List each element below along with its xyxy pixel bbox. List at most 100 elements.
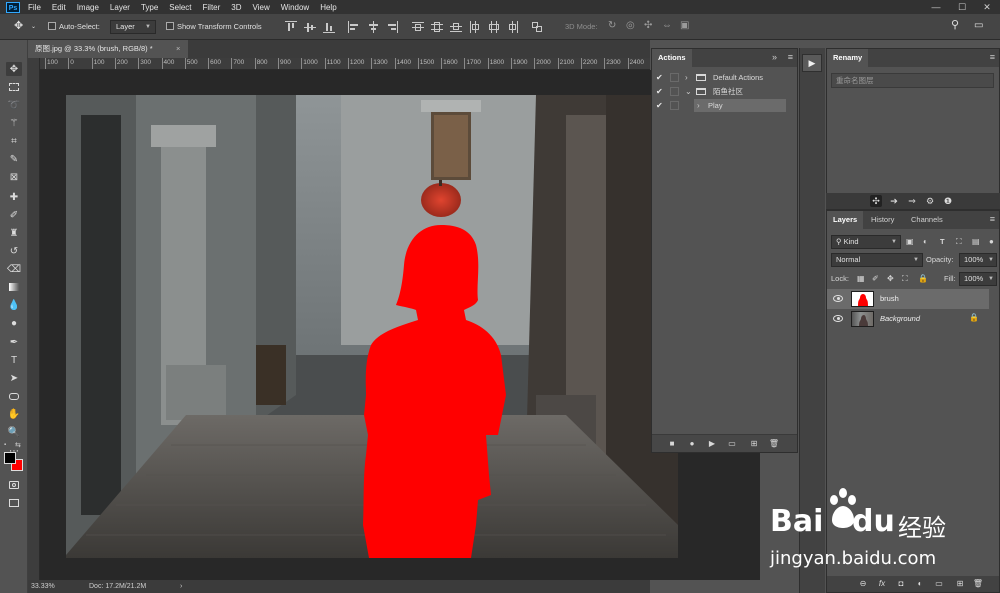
filter-type-icon[interactable]: T (940, 235, 945, 249)
screen-mode-icon[interactable] (6, 496, 22, 510)
swap-colors-icon[interactable]: ⇆ (15, 441, 21, 449)
lock-position-icon[interactable]: ✥ (887, 272, 894, 286)
tab-actions[interactable]: Actions (652, 49, 692, 67)
history-brush-tool-icon[interactable]: ↺ (6, 244, 22, 258)
align-left-icon[interactable] (348, 21, 360, 33)
dialog-toggle-icon[interactable] (670, 101, 679, 110)
horizontal-ruler[interactable]: 100 0 100 200 300 400 500 600 700 800 900 1000 1100 1… (40, 58, 650, 70)
rectangle-tool-icon[interactable] (6, 389, 22, 403)
menu-image[interactable]: Image (77, 3, 99, 12)
collapse-arrow-icon[interactable]: ⌄ (685, 85, 692, 98)
document-tab[interactable]: 原图.jpg @ 33.3% (brush, RGB/8) * × (28, 40, 188, 58)
panel-menu-icon[interactable]: ≡ (990, 214, 995, 224)
dialog-toggle-icon[interactable] (670, 87, 679, 96)
layer-row-background[interactable]: Background 🔒 (827, 309, 989, 329)
toggle-check-icon[interactable]: ✔ (656, 99, 663, 112)
lock-transparency-icon[interactable]: ▦ (857, 272, 865, 286)
fx-icon[interactable]: fx (876, 578, 888, 590)
menu-3d[interactable]: 3D (231, 3, 241, 12)
distribute-left-icon[interactable] (469, 21, 481, 33)
distribute-right-icon[interactable] (507, 21, 519, 33)
lock-pixels-icon[interactable]: ✐ (872, 272, 879, 286)
collapse-panel-icon[interactable]: » (772, 52, 777, 62)
menu-select[interactable]: Select (169, 3, 191, 12)
toggle-check-icon[interactable]: ✔ (656, 85, 663, 98)
layer-row-brush[interactable]: brush (827, 289, 989, 309)
search-icon[interactable]: ⚲ (951, 18, 959, 32)
blur-tool-icon[interactable]: 💧 (6, 298, 22, 312)
panel-menu-icon[interactable]: ≡ (788, 52, 793, 62)
align-bottom-icon[interactable] (323, 21, 335, 33)
3d-roll-icon[interactable]: ◎ (626, 19, 635, 33)
expand-arrow-icon[interactable]: › (685, 71, 688, 84)
foreground-color-swatch[interactable] (4, 452, 16, 464)
play-icon[interactable]: ▶ (706, 438, 718, 450)
gear-icon[interactable]: ⚙ (924, 195, 936, 207)
new-group-icon[interactable]: ▭ (933, 578, 945, 590)
tab-history[interactable]: History (865, 211, 900, 229)
add-mask-icon[interactable]: ◘ (895, 578, 907, 590)
link-layers-icon[interactable]: ⊖ (857, 578, 869, 590)
close-tab-icon[interactable]: × (176, 40, 180, 58)
tab-layers[interactable]: Layers (827, 211, 864, 229)
adjustment-layer-icon[interactable]: ◐ (914, 578, 926, 590)
menu-filter[interactable]: Filter (203, 3, 221, 12)
maximize-button[interactable]: ☐ (950, 0, 974, 14)
eyedropper-tool-icon[interactable]: ✎ (6, 152, 22, 166)
align-right-icon[interactable] (386, 21, 398, 33)
document-canvas[interactable] (66, 95, 678, 558)
lock-artboard-icon[interactable]: ⛶ (902, 272, 908, 286)
lasso-tool-icon[interactable]: ➰ (6, 98, 22, 112)
fill-field[interactable]: 100% ▼ (959, 272, 997, 286)
lock-all-icon[interactable]: 🔒 (918, 272, 928, 286)
tab-channels[interactable]: Channels (905, 211, 949, 229)
arrow-right-icon[interactable]: ➔ (888, 195, 900, 207)
double-arrow-icon[interactable]: ⇒ (906, 195, 918, 207)
rename-input[interactable]: 重命名图层 (831, 73, 994, 88)
distribute-hcenter-icon[interactable] (488, 21, 500, 33)
dialog-toggle-icon[interactable] (670, 73, 679, 82)
close-window-button[interactable]: ✕ (975, 0, 999, 14)
auto-select-checkbox[interactable]: Auto-Select: (48, 20, 100, 34)
3d-rotate-icon[interactable]: ↻ (608, 19, 616, 33)
menu-type[interactable]: Type (141, 3, 158, 12)
blend-mode-dropdown[interactable]: Normal ▼ (831, 253, 923, 267)
3d-slide-icon[interactable]: ⇔ (662, 19, 672, 33)
filter-shape-icon[interactable]: ⛶ (956, 235, 962, 249)
align-top-icon[interactable] (285, 21, 297, 33)
auto-select-dropdown[interactable]: Layer ▼ (110, 20, 156, 34)
info-icon[interactable]: ❶ (942, 195, 954, 207)
record-icon[interactable]: ● (686, 438, 698, 450)
expand-arrow-icon[interactable]: › (697, 99, 700, 112)
crop-tool-icon[interactable]: ⌗ (6, 134, 22, 148)
default-colors-icon[interactable]: ▪ (4, 442, 6, 448)
filter-adjustment-icon[interactable]: ◐ (923, 235, 928, 249)
filter-kind-dropdown[interactable]: ⚲ Kind ▼ (831, 235, 901, 249)
filter-smart-object-icon[interactable]: ▤ (972, 235, 980, 249)
move-icon[interactable]: ✣ (870, 195, 882, 207)
eraser-tool-icon[interactable]: ⌫ (6, 262, 22, 276)
type-tool-icon[interactable]: T (6, 353, 22, 367)
new-action-icon[interactable]: ⊞ (748, 438, 760, 450)
filter-toggle-icon[interactable]: ● (989, 235, 994, 249)
magic-wand-tool-icon[interactable]: ⚚ (6, 116, 22, 130)
vertical-ruler[interactable] (28, 58, 40, 580)
align-vcenter-icon[interactable] (304, 21, 316, 33)
workspace-icon[interactable]: ▭ (974, 19, 983, 33)
quick-mask-icon[interactable] (6, 478, 22, 492)
tool-preset-chevron-icon[interactable]: ⌄ (31, 20, 36, 34)
zoom-level[interactable]: 33.33% (31, 580, 55, 593)
action-play[interactable]: ✔ › Play (652, 99, 797, 112)
distribute-vcenter-icon[interactable] (431, 21, 443, 33)
panel-menu-icon[interactable]: ≡ (990, 52, 995, 62)
document-info[interactable]: Doc: 17.2M/21.2M (89, 580, 146, 593)
pen-tool-icon[interactable]: ✒ (6, 335, 22, 349)
status-menu-arrow-icon[interactable]: › (180, 580, 182, 593)
filter-pixel-icon[interactable]: ▣ (906, 235, 914, 249)
tab-renamy[interactable]: Renamy (827, 49, 869, 67)
brush-tool-icon[interactable]: ✐ (6, 208, 22, 222)
hand-tool-icon[interactable]: ✋ (6, 407, 22, 421)
zoom-tool-icon[interactable]: 🔍 (6, 425, 22, 439)
distribute-top-icon[interactable] (412, 21, 424, 33)
visibility-eye-icon[interactable] (833, 315, 843, 322)
